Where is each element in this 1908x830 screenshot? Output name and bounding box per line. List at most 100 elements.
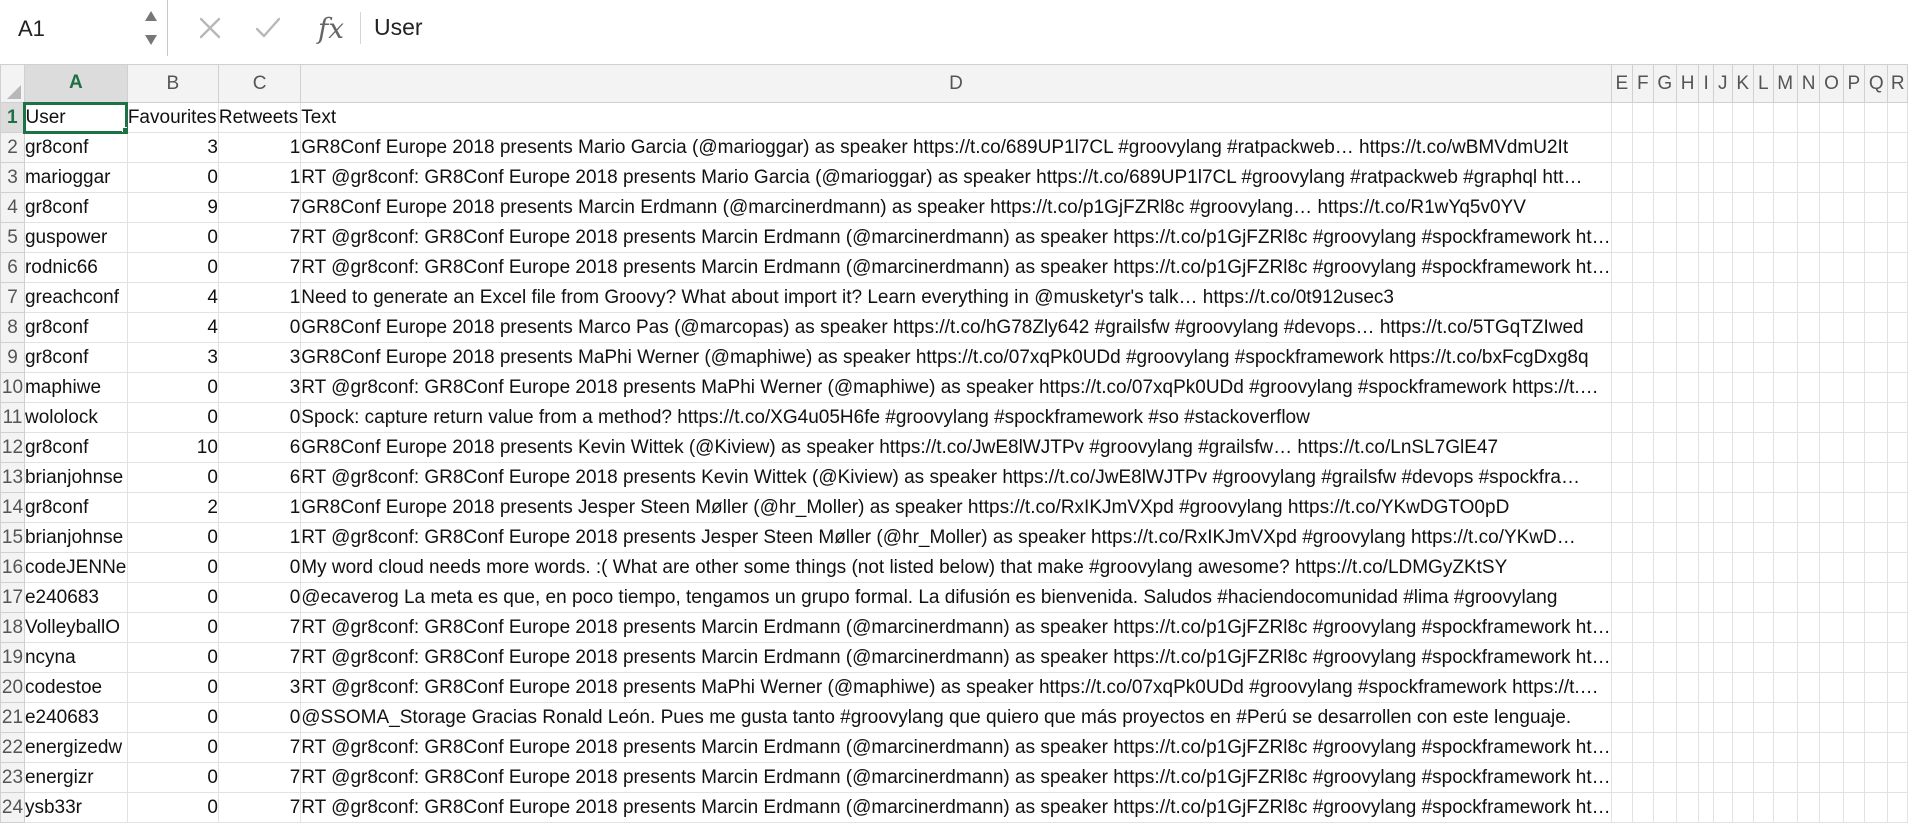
- empty-cell[interactable]: [1698, 792, 1714, 823]
- empty-cell[interactable]: [1819, 522, 1844, 553]
- row-header[interactable]: 1: [0, 102, 26, 133]
- empty-cell[interactable]: [1887, 762, 1908, 793]
- empty-cell[interactable]: [1772, 282, 1798, 313]
- empty-cell[interactable]: [1713, 102, 1733, 133]
- empty-cell[interactable]: [1842, 252, 1866, 283]
- empty-cell[interactable]: [1731, 792, 1754, 823]
- empty-cell[interactable]: [1752, 312, 1774, 343]
- empty-cell[interactable]: [1819, 192, 1844, 223]
- empty-cell[interactable]: [1842, 132, 1866, 163]
- empty-cell[interactable]: [1652, 222, 1677, 253]
- empty-cell[interactable]: [1713, 612, 1733, 643]
- empty-cell[interactable]: [1652, 252, 1677, 283]
- empty-cell[interactable]: [1842, 762, 1866, 793]
- row-header[interactable]: 7: [0, 282, 25, 313]
- empty-cell[interactable]: [1675, 252, 1700, 283]
- cell-retweets[interactable]: 7: [217, 192, 302, 223]
- empty-cell[interactable]: [1842, 582, 1866, 613]
- cell-text[interactable]: RT @gr8conf: GR8Conf Europe 2018 present…: [300, 162, 1612, 193]
- empty-cell[interactable]: [1887, 282, 1908, 313]
- empty-cell[interactable]: [1698, 222, 1714, 253]
- cell-text[interactable]: GR8Conf Europe 2018 presents Jesper Stee…: [300, 492, 1612, 523]
- empty-cell[interactable]: [1752, 612, 1774, 643]
- empty-cell[interactable]: [1842, 432, 1866, 463]
- column-header-f[interactable]: F: [1632, 64, 1654, 103]
- empty-cell[interactable]: [1610, 432, 1634, 463]
- empty-cell[interactable]: [1675, 462, 1700, 493]
- empty-cell[interactable]: [1819, 372, 1844, 403]
- empty-cell[interactable]: [1752, 522, 1774, 553]
- empty-cell[interactable]: [1698, 372, 1714, 403]
- empty-cell[interactable]: [1713, 462, 1733, 493]
- empty-cell[interactable]: [1796, 342, 1821, 373]
- cell-text[interactable]: Text: [300, 102, 1612, 133]
- empty-cell[interactable]: [1698, 762, 1714, 793]
- cell-text[interactable]: GR8Conf Europe 2018 presents Mario Garci…: [300, 132, 1612, 163]
- empty-cell[interactable]: [1610, 282, 1634, 313]
- empty-cell[interactable]: [1698, 552, 1714, 583]
- cell-favourites[interactable]: 3: [126, 342, 219, 373]
- empty-cell[interactable]: [1796, 792, 1821, 823]
- empty-cell[interactable]: [1772, 312, 1798, 343]
- cell-favourites[interactable]: 4: [126, 282, 219, 313]
- cell-favourites[interactable]: 0: [126, 252, 219, 283]
- cell-retweets[interactable]: 3: [217, 672, 302, 703]
- empty-cell[interactable]: [1864, 342, 1889, 373]
- cell-user[interactable]: maphiwe: [23, 372, 128, 403]
- empty-cell[interactable]: [1796, 132, 1821, 163]
- empty-cell[interactable]: [1652, 732, 1677, 763]
- empty-cell[interactable]: [1796, 372, 1821, 403]
- column-header-k[interactable]: K: [1731, 64, 1754, 103]
- empty-cell[interactable]: [1796, 162, 1821, 193]
- empty-cell[interactable]: [1819, 462, 1844, 493]
- cell-user[interactable]: ysb33r: [23, 792, 128, 823]
- empty-cell[interactable]: [1842, 462, 1866, 493]
- empty-cell[interactable]: [1842, 222, 1866, 253]
- cell-retweets[interactable]: 0: [217, 582, 302, 613]
- empty-cell[interactable]: [1887, 522, 1908, 553]
- empty-cell[interactable]: [1675, 522, 1700, 553]
- empty-cell[interactable]: [1632, 612, 1654, 643]
- empty-cell[interactable]: [1632, 432, 1654, 463]
- empty-cell[interactable]: [1610, 372, 1634, 403]
- empty-cell[interactable]: [1610, 612, 1634, 643]
- cell-retweets[interactable]: 0: [217, 702, 302, 733]
- cell-user[interactable]: e240683: [23, 582, 128, 613]
- empty-cell[interactable]: [1610, 582, 1634, 613]
- empty-cell[interactable]: [1713, 552, 1733, 583]
- cell-user[interactable]: ncyna: [23, 642, 128, 673]
- empty-cell[interactable]: [1675, 102, 1700, 133]
- empty-cell[interactable]: [1632, 492, 1654, 523]
- empty-cell[interactable]: [1887, 192, 1908, 223]
- empty-cell[interactable]: [1887, 462, 1908, 493]
- empty-cell[interactable]: [1772, 582, 1798, 613]
- empty-cell[interactable]: [1796, 762, 1821, 793]
- empty-cell[interactable]: [1731, 702, 1754, 733]
- cell-text[interactable]: GR8Conf Europe 2018 presents MaPhi Werne…: [300, 342, 1612, 373]
- empty-cell[interactable]: [1652, 642, 1677, 673]
- empty-cell[interactable]: [1796, 582, 1821, 613]
- cell-retweets[interactable]: 1: [217, 522, 302, 553]
- empty-cell[interactable]: [1610, 402, 1634, 433]
- column-header-g[interactable]: G: [1652, 64, 1677, 103]
- empty-cell[interactable]: [1675, 612, 1700, 643]
- empty-cell[interactable]: [1652, 462, 1677, 493]
- empty-cell[interactable]: [1772, 492, 1798, 523]
- cell-favourites[interactable]: 0: [126, 222, 219, 253]
- empty-cell[interactable]: [1796, 612, 1821, 643]
- empty-cell[interactable]: [1731, 222, 1754, 253]
- empty-cell[interactable]: [1731, 312, 1754, 343]
- empty-cell[interactable]: [1752, 432, 1774, 463]
- empty-cell[interactable]: [1632, 132, 1654, 163]
- empty-cell[interactable]: [1731, 612, 1754, 643]
- empty-cell[interactable]: [1864, 792, 1889, 823]
- empty-cell[interactable]: [1698, 672, 1714, 703]
- empty-cell[interactable]: [1610, 732, 1634, 763]
- empty-cell[interactable]: [1772, 132, 1798, 163]
- confirm-edit-button[interactable]: [246, 0, 290, 56]
- empty-cell[interactable]: [1632, 312, 1654, 343]
- cell-retweets[interactable]: 3: [217, 372, 302, 403]
- empty-cell[interactable]: [1752, 222, 1774, 253]
- empty-cell[interactable]: [1772, 522, 1798, 553]
- empty-cell[interactable]: [1887, 642, 1908, 673]
